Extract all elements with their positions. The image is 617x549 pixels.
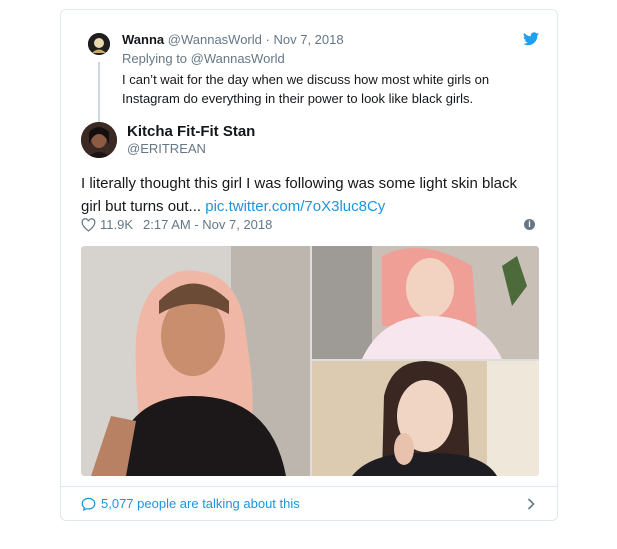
thread-connector-line (98, 62, 100, 126)
tweet-meta: 11.9K 2:17 AM - Nov 7, 2018 (81, 217, 272, 232)
quoted-tweet-date[interactable]: Nov 7, 2018 (273, 32, 343, 47)
media-photo-3[interactable] (312, 361, 539, 476)
quoted-author-avatar[interactable] (88, 33, 110, 55)
author-name[interactable]: Kitcha Fit-Fit Stan (127, 123, 255, 140)
speech-bubble-icon (81, 497, 96, 511)
conversation-count[interactable]: 5,077 people are talking about this (101, 496, 300, 511)
quoted-author-name[interactable]: Wanna (122, 32, 164, 47)
tweet-timestamp[interactable]: 2:17 AM - Nov 7, 2018 (143, 217, 272, 232)
media-photo-2[interactable] (312, 246, 539, 359)
quoted-author-handle[interactable]: @WannasWorld (168, 32, 262, 47)
author-handle[interactable]: @ERITREAN (127, 141, 206, 156)
heart-icon[interactable] (81, 217, 96, 232)
info-icon[interactable]: i (524, 219, 535, 230)
embedded-tweet-card[interactable]: Wanna @WannasWorld · Nov 7, 2018 Replyin… (60, 9, 558, 521)
tweet-media-link[interactable]: pic.twitter.com/7oX3luc8Cy (205, 198, 385, 215)
twitter-bird-icon[interactable] (523, 32, 539, 46)
like-count[interactable]: 11.9K (100, 217, 133, 232)
chevron-right-icon[interactable] (527, 498, 535, 510)
media-photo-1[interactable] (81, 246, 310, 476)
replying-to-line: Replying to @WannasWorld (122, 51, 285, 66)
footer-divider (61, 486, 557, 487)
conversation-link[interactable]: 5,077 people are talking about this (81, 496, 300, 511)
tweet-media-grid[interactable] (81, 246, 539, 476)
author-avatar[interactable] (81, 122, 117, 158)
tweet-body: I literally thought this girl I was foll… (81, 172, 541, 218)
header-separator: · (265, 32, 270, 47)
quoted-tweet-text: I can’t wait for the day when we discuss… (122, 72, 490, 106)
quoted-tweet-header: Wanna @WannasWorld · Nov 7, 2018 (122, 32, 344, 47)
